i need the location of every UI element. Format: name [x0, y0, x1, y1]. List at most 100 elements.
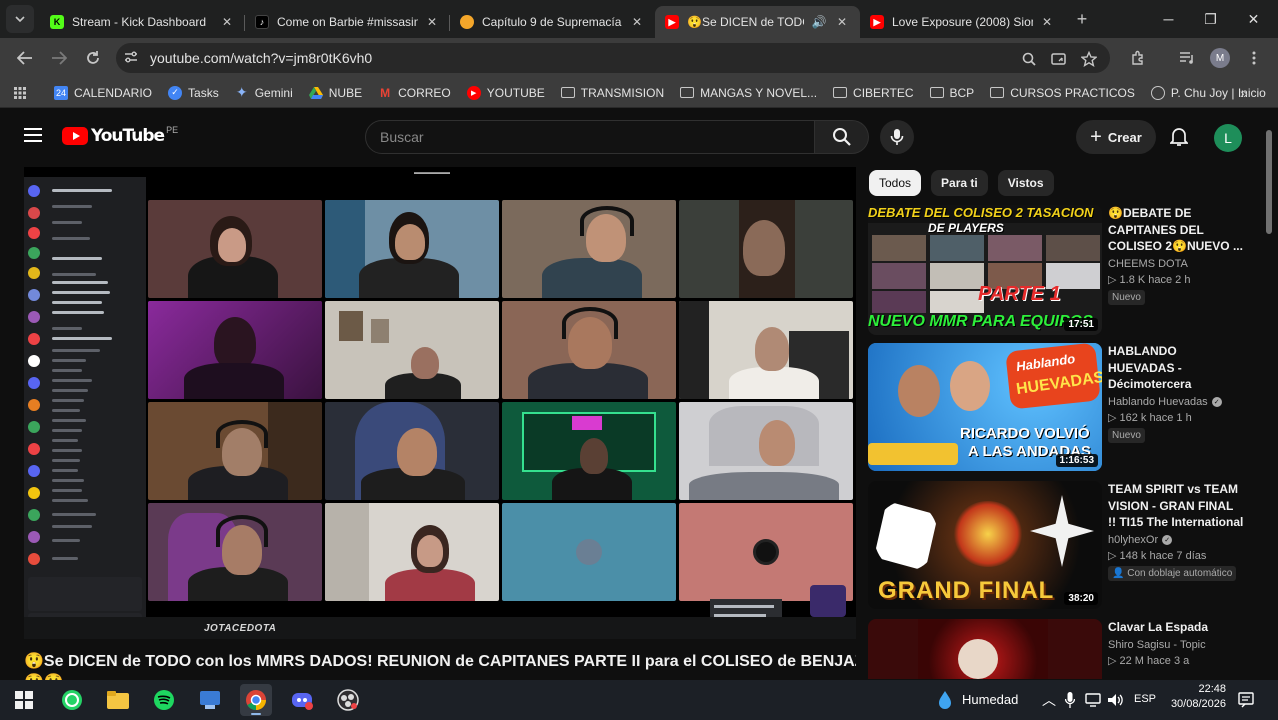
video-title[interactable]: 😲DEBATE DE CAPITANES DEL COLISEO 2😲NUEVO…	[1108, 205, 1244, 255]
bookmark-label: CALENDARIO	[74, 85, 153, 100]
tab-manga[interactable]: Capítulo 9 de Supremacía de ✕	[450, 6, 655, 38]
voice-search-button[interactable]	[880, 120, 914, 154]
channel-name[interactable]: Hablando Huevadas ✓	[1108, 396, 1244, 408]
tray-overflow-icon[interactable]: ︿	[1042, 690, 1056, 710]
tab-title: Come on Barbie #missasinfo	[277, 15, 418, 29]
video-thumbnail[interactable]: GRAND FINAL 38:20	[868, 481, 1102, 609]
bookmark-folder-cursos[interactable]: CURSOS PRACTICOS	[982, 81, 1143, 105]
chip-todos[interactable]: Todos	[869, 170, 922, 196]
back-button[interactable]	[8, 41, 42, 75]
account-avatar[interactable]: L	[1214, 124, 1242, 152]
bookmark-youtube[interactable]: ▶ YOUTUBE	[459, 81, 553, 105]
network-icon[interactable]	[1082, 684, 1106, 716]
profile-avatar[interactable]: M	[1210, 48, 1230, 68]
bookmark-folder-bcp[interactable]: BCP	[922, 81, 983, 105]
kick-icon: K	[50, 15, 64, 29]
bookmark-nube[interactable]: NUBE	[301, 81, 370, 105]
views-icon: ▷	[1108, 273, 1120, 286]
site-info-icon[interactable]	[116, 51, 146, 66]
video-title[interactable]: TEAM SPIRIT vs TEAM VISION - GRAN FINAL …	[1108, 481, 1244, 531]
recommended-video[interactable]: Hablando HUEVADAS RICARDO VOLVIÓ A LAS A…	[868, 343, 1258, 471]
start-button[interactable]	[8, 684, 40, 716]
youtube-masthead: YouTube PE Buscar + Crear L	[0, 108, 1278, 164]
taskbar-whatsapp[interactable]	[56, 684, 88, 716]
tab-love-exposure[interactable]: ▶ Love Exposure (2008) Sion S ✕	[860, 6, 1065, 38]
tab-youtube-active[interactable]: ▶ 😲Se DICEN de TODO c 🔊 ✕	[655, 6, 860, 38]
weather-icon[interactable]	[930, 684, 960, 716]
youtube-logo[interactable]: YouTube PE	[62, 125, 178, 146]
close-window-button[interactable]: ✕	[1231, 0, 1276, 38]
youtube-icon: ▶	[665, 15, 679, 29]
taskbar-app[interactable]	[194, 684, 226, 716]
tab-search-button[interactable]	[6, 5, 34, 33]
language-indicator[interactable]: ESP	[1134, 693, 1156, 705]
bookmarks-overflow-icon[interactable]: »	[1232, 81, 1256, 105]
taskbar-obs[interactable]	[332, 684, 364, 716]
close-tab-icon[interactable]: ✕	[629, 15, 645, 29]
minimize-button[interactable]: ─	[1146, 0, 1191, 38]
notifications-button[interactable]	[1166, 124, 1192, 150]
restore-button[interactable]: ❐	[1188, 0, 1233, 38]
create-button[interactable]: + Crear	[1076, 120, 1156, 154]
bookmark-folder-transmision[interactable]: TRANSMISION	[553, 81, 672, 105]
recommended-video[interactable]: DEBATE DEL COLISEO 2 TASACION DE PLAYERS…	[868, 205, 1258, 335]
taskbar-chrome[interactable]	[240, 684, 272, 716]
bookmark-gemini[interactable]: ✦ Gemini	[227, 81, 301, 105]
microphone-icon[interactable]	[1060, 684, 1080, 716]
taskbar-file-explorer[interactable]	[102, 684, 134, 716]
bookmark-correo[interactable]: M CORREO	[370, 81, 459, 105]
whatsapp-icon	[62, 690, 82, 710]
bookmark-tasks[interactable]: ✓ Tasks	[160, 81, 227, 105]
clock[interactable]: 22:48 30/08/2026	[1166, 683, 1226, 710]
chip-para-ti[interactable]: Para ti	[931, 170, 988, 196]
video-thumbnail[interactable]	[868, 619, 1102, 679]
video-thumbnail[interactable]: Hablando HUEVADAS RICARDO VOLVIÓ A LAS A…	[868, 343, 1102, 471]
recommended-video[interactable]: GRAND FINAL 38:20 TEAM SPIRIT vs TEAM VI…	[868, 481, 1258, 609]
reload-button[interactable]	[76, 41, 110, 75]
notifications-center-icon[interactable]	[1234, 684, 1258, 716]
close-tab-icon[interactable]: ✕	[424, 15, 440, 29]
forward-button[interactable]	[42, 41, 76, 75]
tab-tiktok[interactable]: ♪ Come on Barbie #missasinfo ✕	[245, 6, 450, 38]
video-title[interactable]: Clavar La Espada	[1108, 619, 1244, 636]
video-thumbnail[interactable]: DEBATE DEL COLISEO 2 TASACION DE PLAYERS…	[868, 205, 1102, 335]
streamer-overlay-logo	[810, 585, 846, 617]
participant-tile	[679, 200, 853, 298]
weather-label[interactable]: Humedad	[962, 692, 1018, 707]
volume-icon[interactable]	[1104, 684, 1128, 716]
chip-vistos[interactable]: Vistos	[997, 170, 1054, 196]
video-title[interactable]: HABLANDO HUEVADAS - Décimotercera Tempor…	[1108, 343, 1244, 393]
more-menu-icon[interactable]	[1242, 46, 1266, 70]
bookmark-label: YOUTUBE	[486, 85, 545, 100]
media-control-icon[interactable]	[1175, 46, 1199, 70]
channel-name[interactable]: CHEEMS DOTA	[1108, 258, 1244, 270]
extensions-icon[interactable]	[1126, 46, 1150, 70]
apps-icon[interactable]	[0, 81, 34, 105]
new-tab-button[interactable]: +	[1069, 6, 1095, 32]
recommended-video[interactable]: Clavar La Espada Shiro Sagisu - Topic ▷ …	[868, 619, 1258, 679]
page-scrollbar[interactable]	[1266, 130, 1272, 234]
search-button[interactable]	[815, 120, 869, 154]
menu-icon[interactable]	[24, 128, 42, 142]
zoom-icon[interactable]	[1018, 48, 1040, 70]
taskbar-discord[interactable]	[286, 684, 318, 716]
search-input[interactable]: Buscar	[365, 120, 815, 154]
bookmark-star-icon[interactable]	[1078, 48, 1100, 70]
bookmark-folder-cibertec[interactable]: CIBERTEC	[825, 81, 921, 105]
bookmark-folder-mangas[interactable]: MANGAS Y NOVEL...	[672, 81, 825, 105]
bookmark-calendario[interactable]: 24 CALENDARIO	[46, 81, 160, 105]
speaker-icon[interactable]: 🔊	[810, 15, 828, 29]
participant-tile	[148, 200, 322, 298]
close-tab-icon[interactable]: ✕	[219, 15, 235, 29]
close-tab-icon[interactable]: ✕	[1039, 15, 1055, 29]
tab-kick[interactable]: K Stream - Kick Dashboard ✕	[40, 6, 245, 38]
taskbar-spotify[interactable]	[148, 684, 180, 716]
cast-icon[interactable]	[1048, 48, 1070, 70]
channel-name[interactable]: h0lyhexOr ✓	[1108, 534, 1244, 546]
video-player[interactable]: ▬▬▬▬▬▬ JOTACEDOTA	[24, 167, 856, 639]
close-tab-icon[interactable]: ✕	[834, 15, 850, 29]
address-bar[interactable]: youtube.com/watch?v=jm8r0tK6vh0	[116, 43, 1110, 73]
channel-name[interactable]: Shiro Sagisu - Topic	[1108, 639, 1244, 651]
participant-tile	[325, 503, 499, 601]
gmail-icon: M	[380, 85, 391, 100]
